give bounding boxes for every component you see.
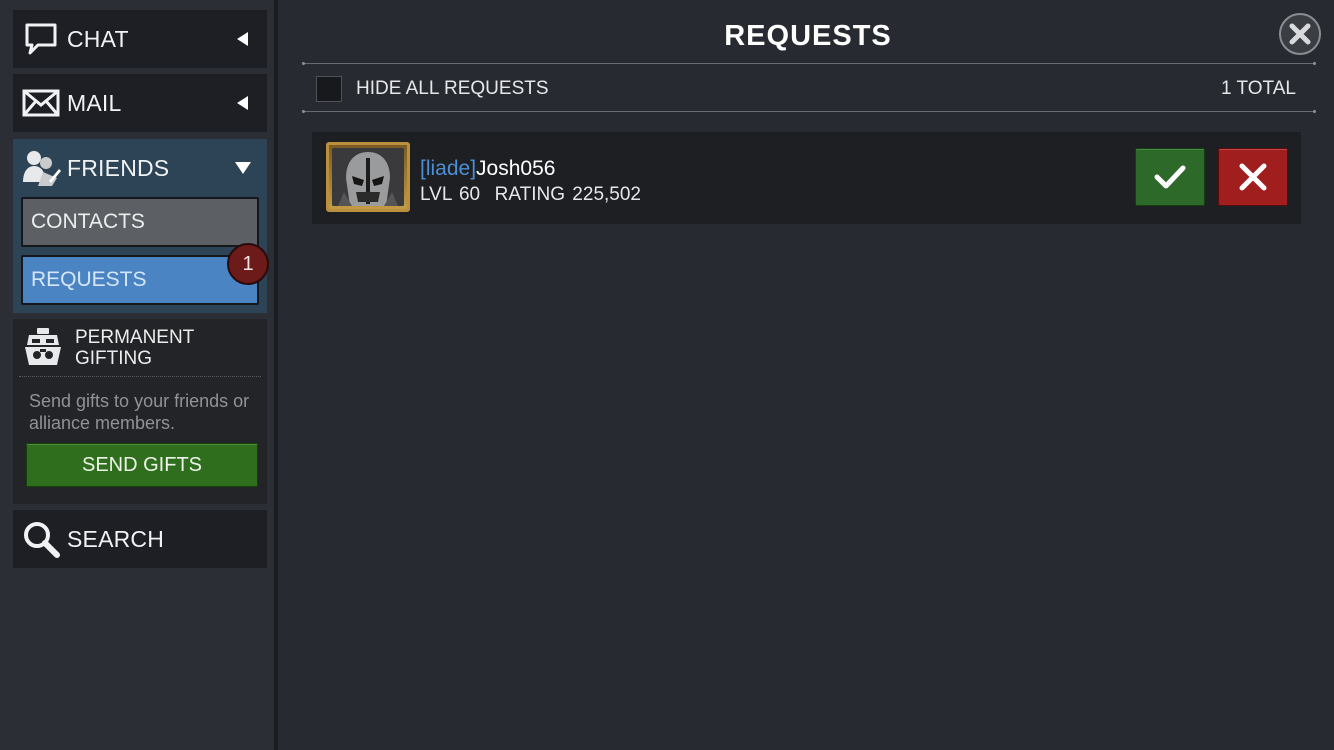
- close-icon: [1239, 163, 1267, 191]
- player-stats: LVL 60 RATING 225,502: [420, 184, 641, 205]
- mail-nav-item[interactable]: MAIL: [13, 74, 267, 132]
- gifting-divider: [19, 376, 261, 377]
- decline-request-button[interactable]: [1218, 148, 1288, 206]
- friends-nav-item[interactable]: FRIENDS: [13, 139, 267, 197]
- gifting-section: PERMANENT GIFTING Send gifts to your fri…: [13, 319, 267, 504]
- gifting-title: PERMANENT GIFTING: [75, 327, 194, 369]
- requests-label: REQUESTS: [31, 268, 147, 291]
- send-gifts-button[interactable]: SEND GIFTS: [26, 443, 258, 487]
- request-row: [liade]Josh056 LVL 60 RATING 225,502: [312, 132, 1301, 224]
- friends-section: FRIENDS CONTACTS REQUESTS 1: [13, 139, 269, 313]
- gifting-description: Send gifts to your friends or alliance m…: [29, 391, 250, 433]
- player-name: Josh056: [476, 157, 556, 180]
- requests-panel: REQUESTS HIDE ALL REQUESTS 1 TOTAL [liad…: [282, 0, 1334, 750]
- champion-portrait: [332, 148, 404, 206]
- mail-section: MAIL: [13, 74, 267, 132]
- envelope-icon: [21, 85, 61, 121]
- chat-nav-item[interactable]: CHAT: [13, 10, 267, 68]
- chat-label: CHAT: [67, 25, 129, 52]
- requests-tab[interactable]: REQUESTS 1: [21, 243, 269, 305]
- gifting-title-line2: GIFTING: [75, 348, 153, 369]
- player-avatar[interactable]: [326, 142, 410, 212]
- checkmark-icon: [1154, 164, 1186, 190]
- search-nav-item[interactable]: SEARCH: [13, 510, 267, 568]
- requests-total-count: 1 TOTAL: [1221, 78, 1296, 99]
- sidebar: CHAT MAIL FRIENDS CONTACTS REQUESTS 1 PE…: [0, 0, 278, 750]
- hide-all-requests-label: HIDE ALL REQUESTS: [356, 78, 549, 99]
- divider-bottom: [302, 110, 1316, 113]
- divider-top: [302, 62, 1316, 65]
- chevron-left-icon: [231, 27, 255, 51]
- speech-bubble-icon: [21, 21, 61, 57]
- search-label: SEARCH: [67, 525, 165, 552]
- friends-icon: [21, 150, 61, 186]
- gifting-title-line1: PERMANENT: [75, 327, 195, 348]
- magnifier-icon: [21, 521, 61, 558]
- close-button[interactable]: [1279, 13, 1321, 55]
- page-title: REQUESTS: [724, 20, 892, 52]
- contacts-label: CONTACTS: [31, 210, 145, 233]
- chevron-left-icon: [231, 91, 255, 115]
- close-icon: [1289, 23, 1311, 45]
- contacts-tab[interactable]: CONTACTS: [21, 197, 259, 247]
- send-gifts-label: SEND GIFTS: [81, 453, 202, 476]
- accept-request-button[interactable]: [1135, 148, 1205, 206]
- mail-label: MAIL: [67, 89, 122, 116]
- chat-section: CHAT: [13, 10, 267, 68]
- friends-label: FRIENDS: [67, 154, 170, 181]
- player-name-line: [liade]Josh056: [420, 157, 555, 181]
- hide-all-requests-checkbox[interactable]: [316, 76, 342, 102]
- gift-mascot-icon: [23, 327, 63, 367]
- alliance-tag: [liade]: [420, 157, 477, 180]
- search-section: SEARCH: [13, 510, 267, 568]
- requests-count-badge: 1: [227, 243, 269, 285]
- chevron-down-icon: [231, 156, 255, 180]
